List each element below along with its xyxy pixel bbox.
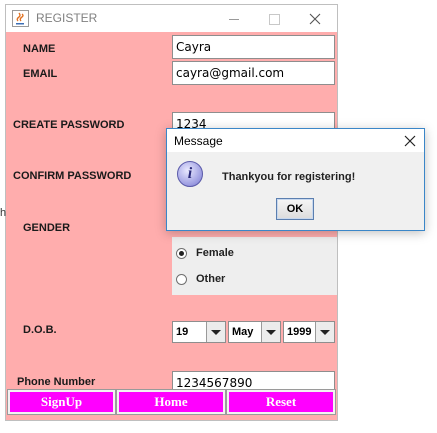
close-icon[interactable]	[401, 132, 419, 150]
close-icon[interactable]	[300, 8, 330, 30]
gender-option-other[interactable]: Other	[176, 271, 326, 289]
reset-button[interactable]: Reset	[226, 389, 336, 415]
ok-button[interactable]: OK	[276, 198, 314, 220]
dialog-message: Thankyou for registering!	[222, 171, 356, 183]
confirm-password-label: CONFIRM PASSWORD	[13, 170, 132, 182]
create-password-label: CREATE PASSWORD	[13, 119, 125, 131]
signup-button[interactable]: SignUp	[7, 389, 116, 415]
name-field[interactable]: Cayra	[172, 35, 335, 59]
radio-selected-icon[interactable]	[176, 248, 187, 259]
dob-label: D.O.B.	[23, 324, 57, 336]
email-label: EMAIL	[23, 68, 58, 80]
info-icon: i	[177, 161, 203, 187]
radio-unselected-icon[interactable]	[176, 274, 187, 285]
gender-radio-group: Female Other	[172, 237, 337, 295]
email-field[interactable]: cayra@gmail.com	[172, 61, 335, 85]
gender-option-female[interactable]: Female	[176, 245, 326, 263]
dob-month-value: May	[232, 326, 254, 338]
chevron-down-icon[interactable]	[206, 322, 225, 342]
dialog-title-bar[interactable]: Message	[167, 129, 424, 152]
window-title: REGISTER	[36, 11, 98, 25]
phone-label: Phone Number	[17, 376, 96, 388]
gender-label: GENDER	[23, 222, 71, 234]
minimize-button[interactable]	[219, 8, 249, 30]
title-bar[interactable]: REGISTER	[6, 5, 337, 32]
dob-year-value: 1999	[287, 326, 312, 338]
dialog-title: Message	[174, 134, 223, 148]
name-label: NAME	[23, 43, 56, 55]
message-dialog: Message i Thankyou for registering! OK	[166, 128, 425, 231]
chevron-down-icon[interactable]	[261, 322, 280, 342]
maximize-button[interactable]	[259, 8, 289, 30]
java-icon	[12, 10, 29, 27]
dob-month-select[interactable]: May	[228, 321, 281, 343]
background-text: h	[0, 207, 7, 219]
gender-option-label: Other	[196, 273, 226, 285]
dob-day-value: 19	[176, 326, 189, 338]
dob-year-select[interactable]: 1999	[283, 321, 335, 343]
gender-option-label: Female	[196, 247, 234, 259]
home-button[interactable]: Home	[116, 389, 226, 415]
chevron-down-icon[interactable]	[315, 322, 334, 342]
dob-day-select[interactable]: 19	[172, 321, 226, 343]
